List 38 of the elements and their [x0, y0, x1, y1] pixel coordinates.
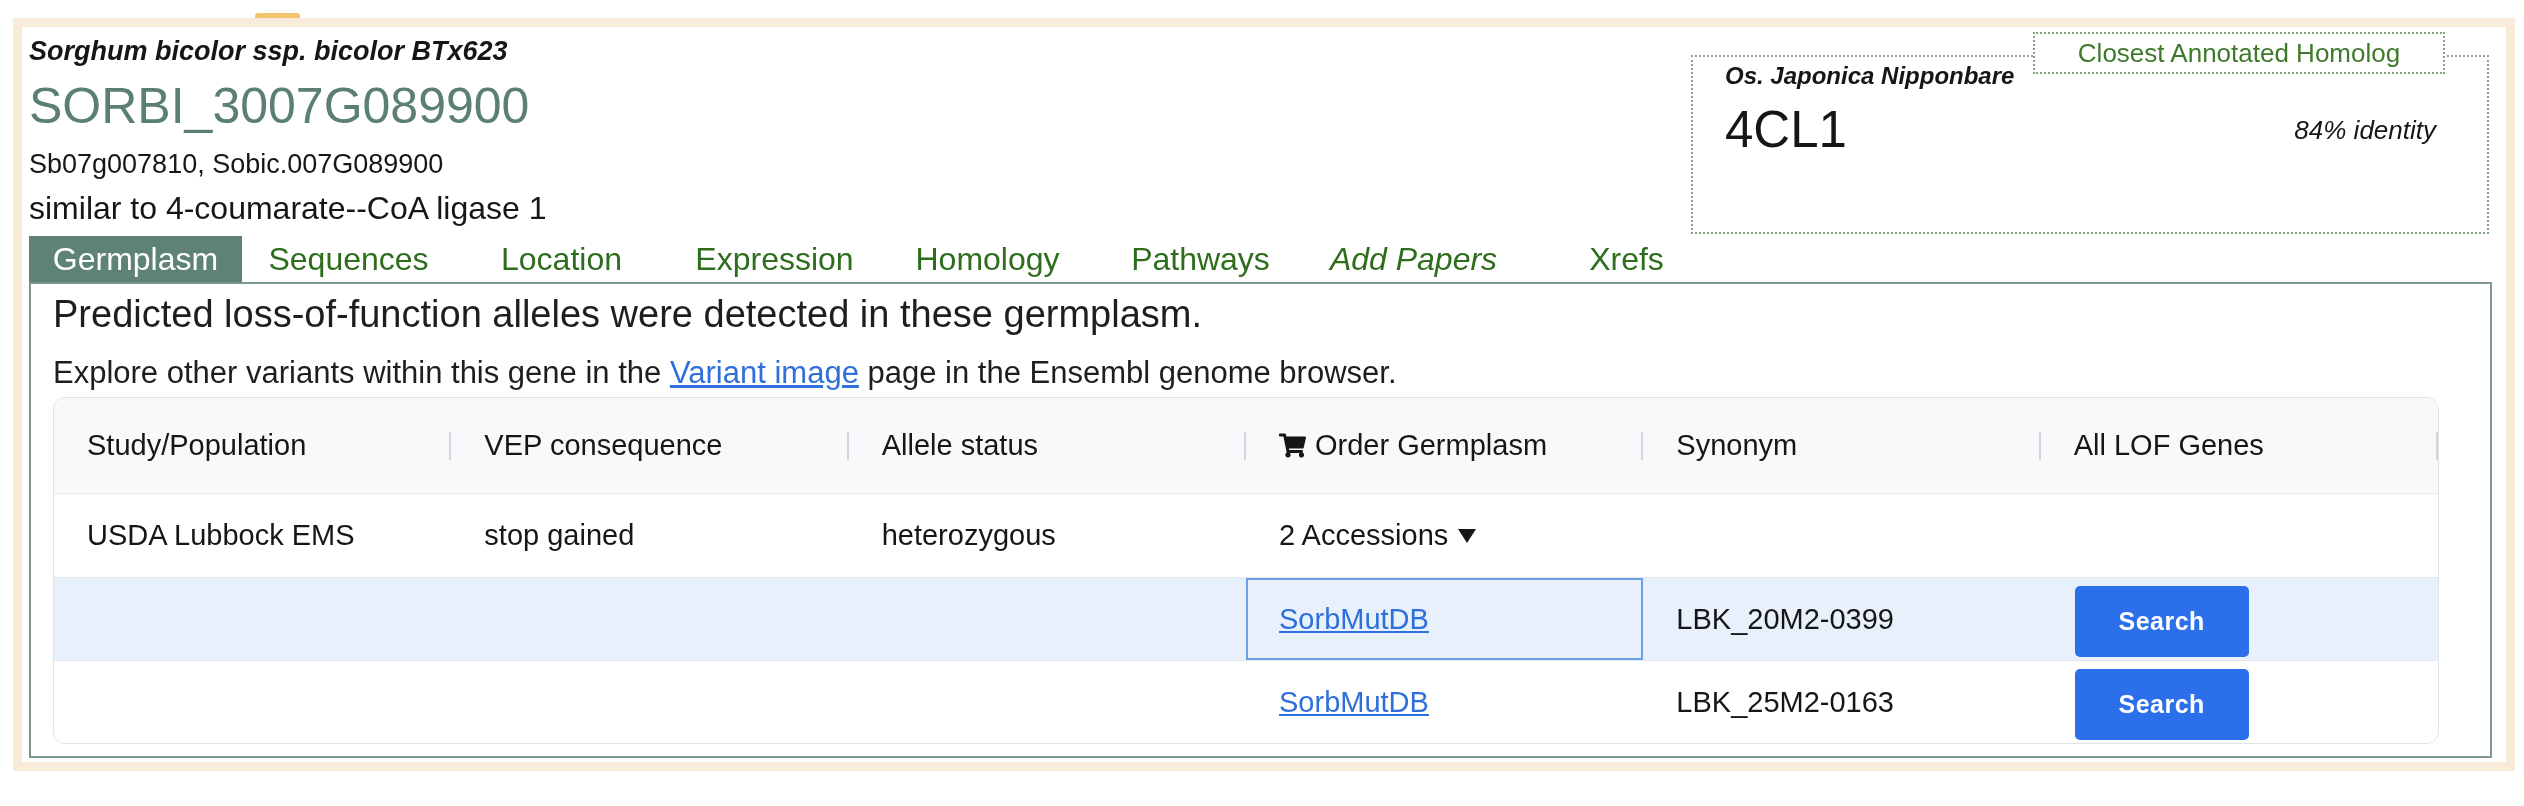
species-name: Sorghum bicolor ssp. bicolor BTx623	[29, 35, 509, 67]
table-cell-text: heterozygous	[880, 518, 1057, 553]
tab[interactable]: Location	[455, 236, 668, 282]
gene-description: similar to 4-coumarate--CoA ligase 1	[29, 190, 547, 226]
identity-text: 84% identity	[2294, 114, 2436, 146]
column-label: Allele status	[881, 429, 1038, 462]
gene-synonyms: Sb07g007810, Sobic.007G089900	[29, 149, 445, 179]
gene-title: SORBI_3007G089900	[29, 77, 531, 135]
cart-icon	[1279, 432, 1306, 459]
tab-marker	[255, 13, 300, 18]
tab[interactable]: Homology	[881, 236, 1094, 282]
homolog-species: Os. Japonica Nipponbare	[1725, 62, 2016, 90]
info-text: Explore other variants within this gene in the Variant image page in the Ensembl genome browser.	[53, 355, 1398, 391]
tab[interactable]: Add Papers	[1307, 236, 1520, 282]
table-row[interactable]: SorbMutDB LBK_20M2-0399 Search	[54, 578, 2438, 661]
tab[interactable]: Xrefs	[1520, 236, 1733, 282]
variant-image-link[interactable]: Variant image	[669, 355, 859, 390]
table-cell-text: LBK_25M2-0163	[1675, 684, 1895, 720]
source-link[interactable]: SorbMutDB	[1279, 602, 1429, 636]
search-button[interactable]: Search	[2074, 586, 2249, 657]
tab[interactable]: Germplasm	[29, 236, 242, 282]
table-cell-text: LBK_20M2-0399	[1675, 601, 1895, 637]
column-label: All LOF Genes	[2073, 429, 2264, 462]
search-button[interactable]: Search	[2074, 669, 2249, 740]
column-label: Study/Population	[87, 429, 307, 462]
tab[interactable]: Expression	[668, 236, 881, 282]
column-label: VEP consequence	[484, 429, 723, 462]
table-cell-text: stop gained	[483, 518, 636, 553]
homolog-gene: 4CL1	[1725, 102, 1847, 158]
table-cell-text: USDA Lubbock EMS	[86, 518, 356, 553]
tab[interactable]: Sequences	[242, 236, 455, 282]
column-label: Order Germplasm	[1315, 429, 1548, 462]
panel-heading: Predicted loss-of-function alleles were detected in these germplasm.	[53, 292, 1204, 336]
source-link[interactable]: SorbMutDB	[1279, 685, 1429, 719]
tab[interactable]: Pathways	[1094, 236, 1307, 282]
homolog-legend: Closest Annotated Homolog	[2033, 32, 2445, 74]
column-label: Synonym	[1676, 429, 1798, 462]
accessions-toggle[interactable]: 2 Accessions	[1279, 519, 1477, 552]
